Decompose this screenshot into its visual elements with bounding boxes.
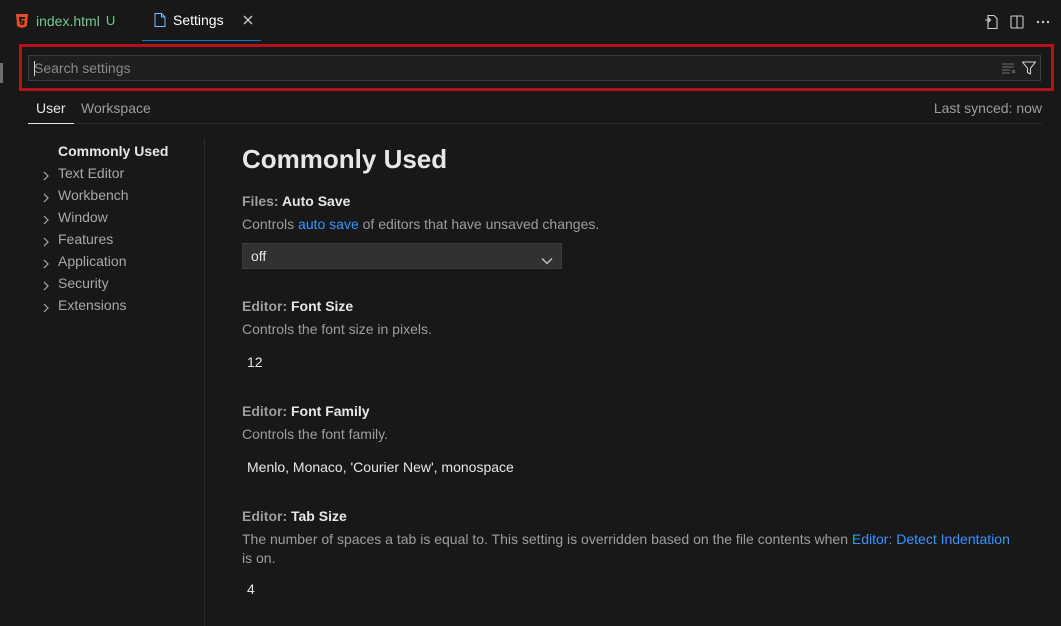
toc-item-commonly-used[interactable]: Commonly Used	[40, 140, 204, 162]
auto-save-link[interactable]: auto save	[298, 216, 359, 232]
tab-size-input[interactable]: 4	[242, 576, 1022, 602]
tab-label: index.html	[36, 12, 100, 29]
setting-name: Tab Size	[291, 508, 347, 524]
toc-item-application[interactable]: Application	[40, 250, 204, 272]
desc-text: is on.	[242, 550, 276, 566]
toc-divider	[204, 138, 205, 626]
search-input[interactable]	[29, 56, 989, 80]
setting-name: Auto Save	[281, 193, 351, 209]
editor-tab-bar: index.html U Settings	[0, 0, 1061, 44]
toc-item-text-editor[interactable]: Text Editor	[40, 162, 204, 184]
setting-font-family: Editor: Font Family Controls the font fa…	[242, 403, 1022, 480]
toc-item-label: Application	[58, 253, 127, 269]
setting-description: Controls auto save of editors that have …	[242, 215, 1022, 234]
setting-category: Files:	[242, 193, 282, 209]
text-cursor	[34, 61, 35, 76]
setting-title: Editor: Font Size	[242, 298, 1022, 314]
detect-indentation-link[interactable]: Editor: Detect Indentation	[852, 531, 1010, 547]
setting-description: Controls the font family.	[242, 426, 389, 442]
tab-settings[interactable]: Settings	[142, 0, 261, 41]
chevron-right-icon	[42, 256, 50, 272]
dropdown-value: off	[251, 248, 267, 264]
chevron-right-icon	[42, 278, 50, 294]
settings-toc: Commonly Used Text Editor Workbench Wind…	[40, 140, 204, 316]
setting-tab-size: Editor: Tab Size The number of spaces a …	[242, 508, 1022, 602]
setting-name: Font Family	[291, 403, 370, 419]
tab-workspace[interactable]: Workspace	[73, 96, 159, 124]
font-family-input[interactable]: Menlo, Monaco, 'Courier New', monospace	[242, 454, 1022, 480]
desc-text: The number of spaces a tab is equal to. …	[242, 531, 852, 547]
toc-item-label: Commonly Used	[58, 143, 169, 159]
setting-title: Editor: Tab Size	[242, 508, 1022, 524]
toc-item-extensions[interactable]: Extensions	[40, 294, 204, 316]
open-settings-json-icon[interactable]	[983, 14, 999, 30]
setting-description: Controls the font size in pixels.	[242, 321, 432, 337]
setting-auto-save: Files: Auto Save Controls auto save of e…	[242, 193, 1022, 269]
toc-item-label: Workbench	[58, 187, 129, 203]
toc-item-window[interactable]: Window	[40, 206, 204, 228]
setting-category: Editor:	[242, 508, 291, 524]
font-size-input[interactable]: 12	[242, 349, 1022, 375]
html5-icon	[16, 13, 28, 28]
section-title: Commonly Used	[242, 144, 448, 174]
editor-actions	[983, 14, 1051, 30]
clear-filter-icon[interactable]	[1001, 61, 1017, 80]
search-box[interactable]	[28, 55, 1041, 81]
setting-font-size: Editor: Font Size Controls the font size…	[242, 298, 1022, 375]
toc-item-label: Text Editor	[58, 165, 125, 181]
toc-item-label: Window	[58, 209, 108, 225]
setting-category: Editor:	[242, 403, 291, 419]
setting-title: Editor: Font Family	[242, 403, 1022, 419]
tab-label: Settings	[173, 12, 224, 28]
chevron-right-icon	[42, 300, 50, 316]
desc-text: of editors that have unsaved changes.	[358, 216, 600, 232]
chevron-right-icon	[42, 234, 50, 250]
toc-item-label: Security	[58, 275, 109, 291]
toc-item-label: Extensions	[58, 297, 127, 313]
activity-marker	[0, 63, 3, 83]
tab-user[interactable]: User	[28, 96, 74, 124]
setting-title: Files: Auto Save	[242, 193, 1022, 209]
chevron-right-icon	[42, 168, 50, 184]
toc-item-label: Features	[58, 231, 114, 247]
toc-item-security[interactable]: Security	[40, 272, 204, 294]
setting-description: The number of spaces a tab is equal to. …	[242, 530, 1022, 568]
close-icon[interactable]	[243, 15, 253, 25]
tab-index-html[interactable]: index.html U	[16, 0, 115, 41]
desc-text: Controls	[242, 216, 299, 232]
toc-item-workbench[interactable]: Workbench	[40, 184, 204, 206]
setting-name: Font Size	[291, 298, 354, 314]
settings-scope-bar: User Workspace Last synced: now	[28, 96, 1042, 124]
setting-category: Editor:	[242, 298, 291, 314]
file-icon	[154, 13, 166, 27]
chevron-right-icon	[42, 212, 50, 228]
chevron-down-icon	[541, 252, 553, 268]
chevron-right-icon	[42, 190, 50, 206]
auto-save-dropdown[interactable]: off	[242, 243, 562, 269]
sync-status: Last synced: now	[933, 100, 1042, 116]
split-editor-icon[interactable]	[1009, 14, 1025, 30]
toc-item-features[interactable]: Features	[40, 228, 204, 250]
more-actions-icon[interactable]	[1035, 14, 1051, 30]
filter-icon[interactable]	[1021, 60, 1037, 81]
untracked-badge: U	[105, 13, 116, 28]
